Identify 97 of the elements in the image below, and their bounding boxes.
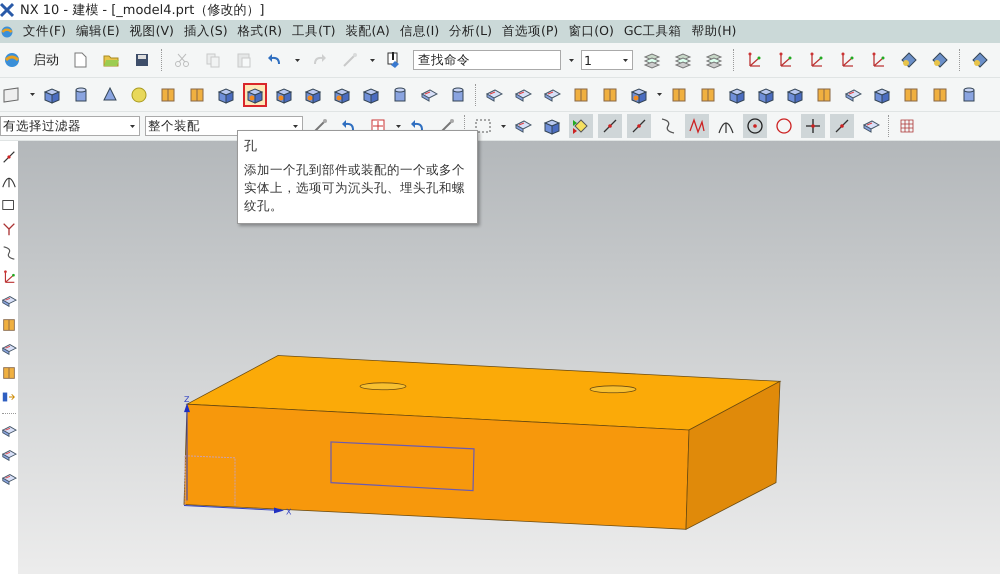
dashed-rectangle-icon bbox=[474, 117, 492, 135]
toolbar-button[interactable] bbox=[801, 114, 825, 138]
layers-icon bbox=[705, 51, 723, 69]
logo-icon bbox=[0, 2, 14, 18]
menu-item[interactable]: 插入(S) bbox=[182, 23, 229, 40]
menu-item[interactable]: 格式(R) bbox=[236, 23, 284, 40]
caret-icon[interactable] bbox=[656, 93, 662, 96]
line-icon bbox=[1, 149, 17, 165]
caret-icon[interactable] bbox=[370, 58, 374, 62]
tooltip-title: 孔 bbox=[244, 138, 258, 155]
book-icon bbox=[601, 86, 619, 104]
plate-icon bbox=[1, 471, 17, 487]
cube-icon bbox=[728, 86, 746, 104]
fork-icon bbox=[1, 221, 17, 237]
grid-icon bbox=[898, 117, 916, 135]
diamond-icon bbox=[971, 51, 989, 69]
clipboard-icon bbox=[235, 51, 253, 69]
hole-icon bbox=[246, 86, 264, 104]
line-icon bbox=[601, 117, 619, 135]
cube-icon bbox=[362, 86, 380, 104]
line-icon bbox=[833, 117, 851, 135]
menu-item[interactable]: 工具(T) bbox=[291, 23, 336, 40]
line-icon bbox=[630, 117, 648, 135]
caret-icon[interactable] bbox=[294, 58, 300, 62]
cube-icon bbox=[543, 117, 561, 135]
book-icon bbox=[902, 86, 920, 104]
caret-icon[interactable] bbox=[500, 124, 506, 128]
command-search-field[interactable]: 查找命令 bbox=[413, 50, 561, 70]
book-icon bbox=[188, 86, 206, 104]
caret-icon[interactable] bbox=[130, 124, 135, 128]
dropdown[interactable]: 有选择过滤器 bbox=[0, 116, 140, 136]
menu-item[interactable]: 文件(F) bbox=[22, 23, 67, 40]
start-button[interactable]: 启动 bbox=[31, 51, 61, 69]
scissors-icon bbox=[173, 51, 191, 69]
globe-icon bbox=[0, 24, 14, 38]
hole-icon bbox=[630, 86, 648, 104]
panel-icon bbox=[3, 86, 21, 104]
globe-icon bbox=[3, 51, 21, 69]
zigzag-icon bbox=[688, 117, 706, 135]
menu-item[interactable]: 窗口(O) bbox=[567, 23, 615, 40]
diamond-icon bbox=[900, 51, 918, 69]
curve-icon bbox=[1, 245, 17, 261]
toolbar-button[interactable] bbox=[627, 114, 651, 138]
dropdown[interactable]: 1 bbox=[581, 50, 633, 70]
plate-icon bbox=[1, 293, 17, 309]
menu-item[interactable]: 视图(V) bbox=[128, 23, 175, 40]
book-icon bbox=[159, 86, 177, 104]
menu-item[interactable]: 装配(A) bbox=[344, 23, 391, 40]
caret-icon[interactable] bbox=[568, 58, 574, 62]
plate-icon bbox=[1, 341, 17, 357]
cube-icon bbox=[786, 86, 804, 104]
menu-item[interactable]: 编辑(E) bbox=[74, 23, 121, 40]
toolbar-button[interactable] bbox=[830, 114, 854, 138]
book-icon bbox=[931, 86, 949, 104]
book-icon bbox=[699, 86, 717, 104]
layers-icon bbox=[643, 51, 661, 69]
caret-icon[interactable] bbox=[293, 124, 298, 128]
hole-icon bbox=[304, 86, 322, 104]
toolbar-button[interactable] bbox=[598, 114, 622, 138]
menu-item[interactable]: 分析(L) bbox=[448, 23, 493, 40]
plate-icon bbox=[1, 423, 17, 439]
book-icon bbox=[670, 86, 688, 104]
cube-icon bbox=[757, 86, 775, 104]
menu-item[interactable]: 信息(I) bbox=[398, 23, 440, 40]
menu-item[interactable]: GC工具箱 bbox=[622, 23, 682, 40]
rectangle-icon bbox=[1, 197, 17, 213]
toolbar-button[interactable] bbox=[243, 82, 267, 106]
cube-icon bbox=[873, 86, 891, 104]
layers-icon bbox=[674, 51, 692, 69]
menu-item[interactable]: 首选项(P) bbox=[500, 23, 560, 40]
book-icon bbox=[572, 86, 590, 104]
wand-icon bbox=[341, 51, 359, 69]
cube-icon bbox=[217, 86, 235, 104]
hole-icon bbox=[275, 86, 293, 104]
points-icon bbox=[572, 117, 590, 135]
caret-icon[interactable] bbox=[396, 124, 400, 128]
axes-icon bbox=[1, 269, 17, 285]
sphere-icon bbox=[130, 86, 148, 104]
toolbar-button[interactable] bbox=[743, 114, 767, 138]
caret-icon[interactable] bbox=[623, 58, 628, 62]
ring-icon bbox=[775, 117, 793, 135]
circle-icon bbox=[746, 117, 764, 135]
book-icon bbox=[1, 365, 17, 381]
plus-icon bbox=[804, 117, 822, 135]
caret-icon[interactable] bbox=[30, 93, 34, 96]
window-title: NX 10 - 建模 - [_model4.prt（修改的）] bbox=[20, 2, 264, 19]
book-icon bbox=[815, 86, 833, 104]
copy-icon bbox=[204, 51, 222, 69]
cube-icon bbox=[43, 86, 61, 104]
tooltip-text: 添加一个孔到部件或装配的一个或多个实体上，选项可为沉头孔、埋头孔和螺纹孔。 bbox=[244, 161, 466, 216]
book-icon bbox=[1, 317, 17, 333]
plate-icon bbox=[1, 447, 17, 463]
diamond-icon bbox=[931, 51, 949, 69]
menu-item[interactable]: 帮助(H) bbox=[690, 23, 738, 40]
cone-icon bbox=[101, 86, 119, 104]
hole-icon bbox=[333, 86, 351, 104]
curve-icon bbox=[659, 117, 677, 135]
